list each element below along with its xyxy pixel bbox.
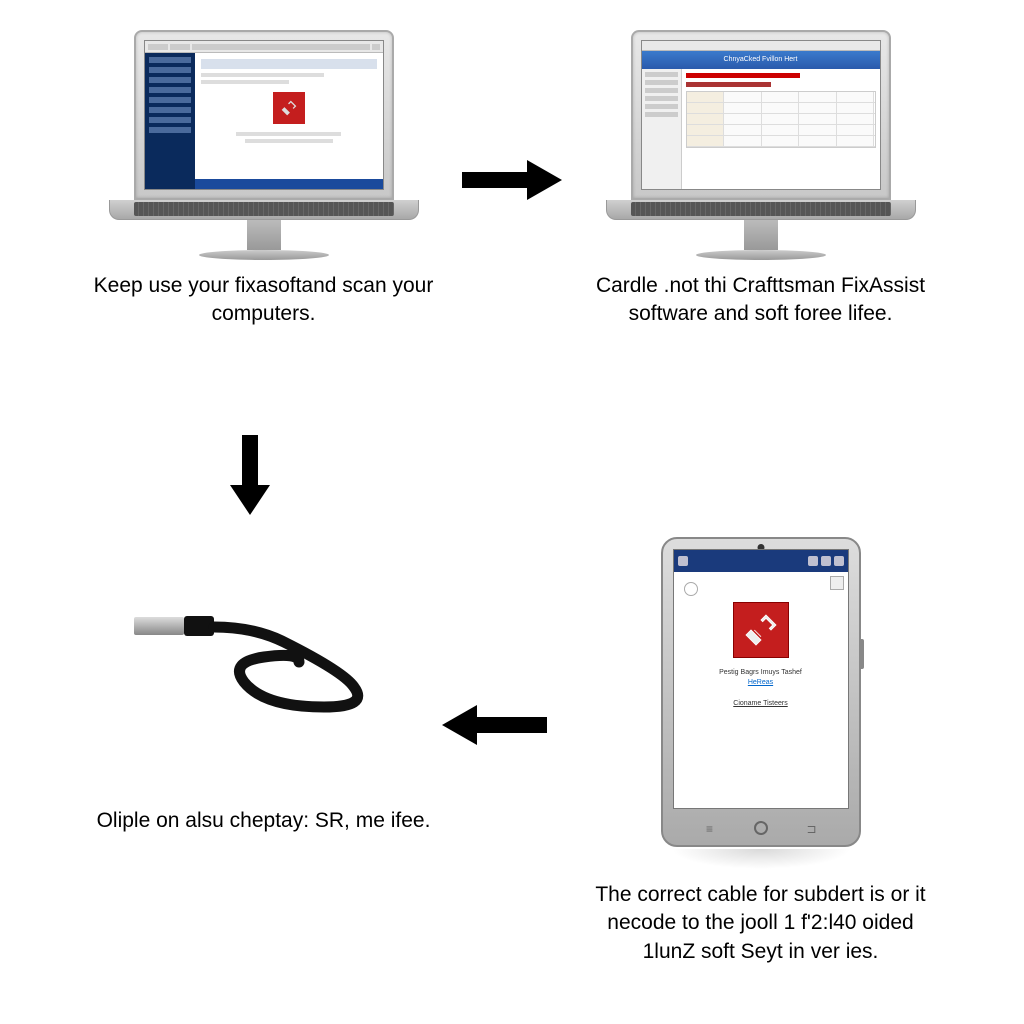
laptop-a-illustration	[109, 30, 419, 260]
status-bar	[674, 550, 848, 572]
step-3: Oliple on alsu cheptay: SR, me ifee.	[20, 517, 507, 1004]
device-title: Pestig Bagrs Imuys Tashef	[684, 668, 838, 677]
arrow-right-icon	[457, 155, 567, 205]
laptop-b-illustration: ChnyaCked Fvillon Hert	[606, 30, 916, 260]
device-screen: Pestig Bagrs Imuys Tashef HeReas Cioname…	[673, 549, 849, 809]
step-4: Pestig Bagrs Imuys Tashef HeReas Cioname…	[517, 517, 1004, 1004]
laptop-a-screen	[144, 40, 384, 190]
handheld-device-illustration: Pestig Bagrs Imuys Tashef HeReas Cioname…	[661, 537, 861, 847]
table-sidebar	[642, 69, 682, 189]
caption-2: Cardle .not thi Crafttsman FixAssist sof…	[581, 272, 941, 329]
back-icon: ⊐	[802, 821, 822, 837]
tool-icon	[733, 602, 789, 658]
arrow-down-icon	[225, 430, 275, 520]
device-subtitle: Cioname Tisteers	[684, 700, 838, 707]
caption-4: The correct cable for subdert is or it n…	[581, 881, 941, 966]
reflection	[671, 849, 851, 869]
badge-icon	[684, 582, 698, 596]
caption-3: Oliple on alsu cheptay: SR, me ifee.	[97, 807, 431, 835]
nav-buttons: ≡ ⊐	[663, 821, 859, 837]
side-button	[859, 639, 864, 669]
link-text-2	[686, 82, 772, 87]
device-link: HeReas	[684, 679, 838, 686]
sidebar	[145, 53, 195, 189]
link-text	[686, 73, 800, 78]
app-header: ChnyaCked Fvillon Hert	[642, 51, 880, 69]
laptop-b-screen: ChnyaCked Fvillon Hert	[641, 40, 881, 190]
usb-cable-illustration	[124, 567, 404, 727]
home-icon	[754, 821, 768, 835]
caption-1: Keep use your fixasoftand scan your comp…	[84, 272, 444, 329]
close-icon	[830, 576, 844, 590]
menu-icon: ≡	[700, 821, 720, 837]
data-table	[686, 91, 876, 148]
tool-icon	[273, 92, 305, 124]
step-2: ChnyaCked Fvillon Hert	[517, 20, 1004, 507]
arrow-left-icon	[432, 700, 552, 750]
